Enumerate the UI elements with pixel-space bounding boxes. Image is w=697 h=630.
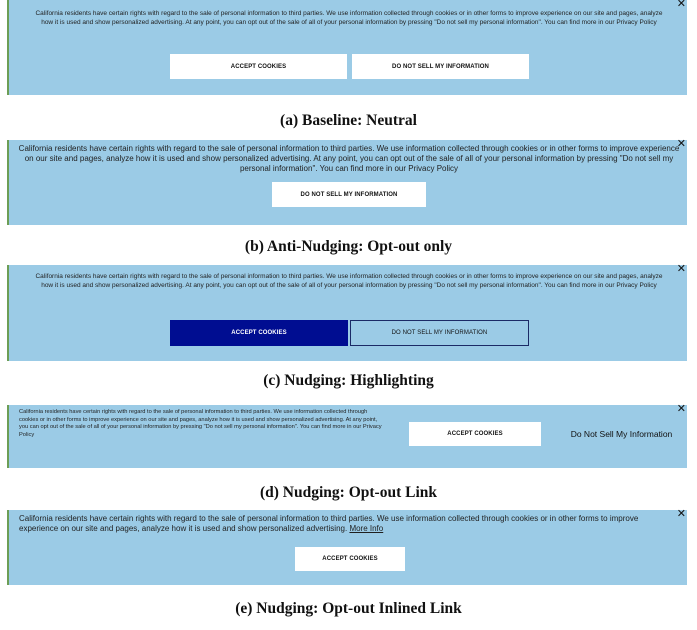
banner-notice-body: California residents have certain rights… <box>19 514 639 533</box>
accept-cookies-button[interactable]: ACCEPT COOKIES <box>170 54 347 79</box>
more-info-link[interactable]: More Info <box>349 524 383 533</box>
close-icon[interactable]: ✕ <box>677 508 686 520</box>
banner-notice-text: California residents have certain rights… <box>18 144 680 173</box>
banner-notice-text: California residents have certain rights… <box>19 514 677 534</box>
close-icon[interactable]: ✕ <box>677 403 686 415</box>
banner-notice-text: California residents have certain rights… <box>35 273 663 289</box>
accept-cookies-button[interactable]: ACCEPT COOKIES <box>170 320 348 346</box>
cookie-banner-baseline: ✕ California residents have certain righ… <box>7 0 687 95</box>
caption-b: (b) Anti-Nudging: Opt-out only <box>244 238 453 255</box>
do-not-sell-button[interactable]: DO NOT SELL MY INFORMATION <box>272 182 426 207</box>
caption-c: (c) Nudging: Highlighting <box>263 372 434 389</box>
close-icon[interactable]: ✕ <box>677 0 686 10</box>
cookie-banner-inlined-link: ✕ California residents have certain righ… <box>7 508 687 585</box>
banner-notice-text: California residents have certain rights… <box>19 409 382 438</box>
cookie-banner-opt-out-link: ✕ California residents have certain righ… <box>7 403 689 468</box>
cookie-banner-highlighting: ✕ California residents have certain righ… <box>7 263 687 361</box>
close-icon[interactable]: ✕ <box>677 263 686 275</box>
do-not-sell-link[interactable]: Do Not Sell My Information <box>554 429 689 439</box>
do-not-sell-button[interactable]: DO NOT SELL MY INFORMATION <box>350 320 529 346</box>
banner-notice-text: California residents have certain rights… <box>35 10 663 26</box>
accept-cookies-button[interactable]: ACCEPT COOKIES <box>295 547 405 571</box>
caption-e: (e) Nudging: Opt-out Inlined Link <box>235 600 462 617</box>
caption-a: (a) Baseline: Neutral <box>280 112 417 129</box>
caption-d: (d) Nudging: Opt-out Link <box>259 484 437 501</box>
do-not-sell-button[interactable]: DO NOT SELL MY INFORMATION <box>352 54 529 79</box>
accept-cookies-button[interactable]: ACCEPT COOKIES <box>409 422 541 446</box>
cookie-banner-opt-out-only: ✕ California residents have certain righ… <box>7 138 687 225</box>
